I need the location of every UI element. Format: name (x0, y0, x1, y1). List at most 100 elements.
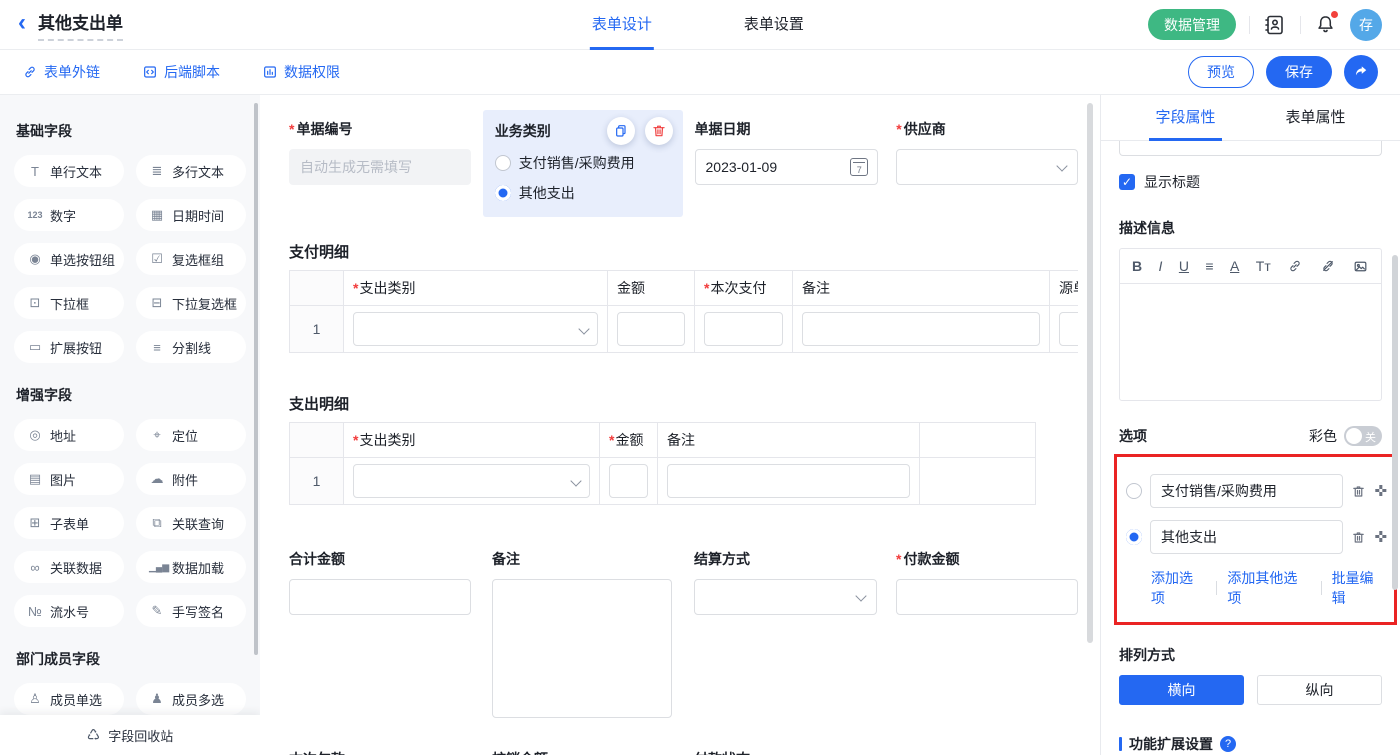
option-2-input[interactable] (1150, 520, 1343, 554)
field-pill-multi-line-text[interactable]: ≣多行文本 (136, 155, 246, 187)
field-biz-type-selected[interactable]: 业务类别 (483, 110, 683, 217)
copy-field-button[interactable] (607, 117, 635, 145)
insert-link-icon[interactable] (1287, 258, 1303, 274)
field-total-amount[interactable]: 合计金额 (289, 549, 471, 615)
add-other-option-link[interactable]: 添加其他选项 (1227, 568, 1310, 608)
field-remark[interactable]: 备注 (492, 549, 672, 723)
field-pill-attachment[interactable]: ☁附件 (136, 463, 246, 495)
amount-input[interactable] (617, 312, 685, 346)
field-name-input-partial[interactable] (1119, 141, 1382, 156)
field-pill-member-single[interactable]: ♙成员单选 (14, 683, 124, 715)
underline-icon[interactable]: U (1179, 258, 1189, 274)
option-1-input[interactable] (1150, 474, 1343, 508)
total-amount-input[interactable] (289, 579, 471, 615)
field-supplier[interactable]: *供应商 (896, 119, 1078, 185)
share-button[interactable] (1344, 55, 1378, 89)
field-current-debt[interactable]: 本次欠款 (289, 749, 492, 755)
batch-edit-link[interactable]: 批量编辑 (1332, 568, 1387, 608)
field-writeoff-amount[interactable]: 核销金额 ⊘ (492, 749, 694, 755)
expense-type-select[interactable] (353, 312, 598, 346)
expense-type-select[interactable] (353, 464, 590, 498)
remark-input[interactable] (802, 312, 1040, 346)
field-doc-number[interactable]: *单据编号 (289, 119, 471, 185)
checkbox-checked-icon[interactable]: ✓ (1119, 174, 1135, 190)
field-pill-member-multi[interactable]: ♟成员多选 (136, 683, 246, 715)
tab-form-properties[interactable]: 表单属性 (1280, 95, 1352, 141)
tab-field-properties[interactable]: 字段属性 (1149, 95, 1221, 141)
field-pill-location[interactable]: ⌖定位 (136, 419, 246, 451)
source-no-input[interactable] (1059, 312, 1078, 346)
italic-icon[interactable]: I (1159, 258, 1163, 274)
this-payment-input[interactable] (704, 312, 783, 346)
contact-book-icon[interactable] (1263, 13, 1287, 37)
radio-unchecked-icon[interactable] (1126, 483, 1142, 499)
show-title-option[interactable]: ✓ 显示标题 (1119, 172, 1382, 192)
settle-method-label: 结算方式 (694, 549, 750, 569)
data-permission-action[interactable]: 数据权限 (262, 62, 340, 82)
remark-textarea[interactable] (492, 579, 672, 718)
panel-scrollbar[interactable] (1392, 255, 1398, 590)
field-pill-image[interactable]: ▤图片 (14, 463, 124, 495)
editor-content[interactable] (1120, 284, 1381, 400)
notification-bell-icon[interactable] (1314, 13, 1337, 36)
bold-icon[interactable]: B (1132, 258, 1142, 274)
drag-move-icon[interactable]: ✜ (1374, 530, 1387, 545)
align-icon[interactable]: ≡ (1205, 258, 1213, 274)
field-pill-extend-button[interactable]: ▭扩展按钮 (14, 331, 124, 363)
field-pill-datetime[interactable]: ▦日期时间 (136, 199, 246, 231)
font-size-icon[interactable]: Tт (1256, 258, 1271, 274)
pay-amount-input[interactable] (896, 579, 1078, 615)
preview-button[interactable]: 预览 (1188, 56, 1254, 88)
field-recycle-bin[interactable]: ♺ 字段回收站 (0, 715, 260, 755)
tab-form-settings[interactable]: 表单设置 (742, 0, 806, 50)
form-title-editable[interactable]: 其他支出单 (38, 9, 123, 41)
field-pill-serial-number[interactable]: №流水号 (14, 595, 124, 627)
field-pill-divider[interactable]: ≡分割线 (136, 331, 246, 363)
canvas-scrollbar[interactable] (1087, 103, 1093, 643)
field-pill-checkbox-group[interactable]: ☑复选框组 (136, 243, 246, 275)
settle-method-select[interactable] (694, 579, 877, 615)
help-icon[interactable]: ? (1220, 736, 1236, 752)
field-pill-multi-select[interactable]: ⊟下拉复选框 (136, 287, 246, 319)
field-pill-data-load[interactable]: ▁▄▆数据加载 (136, 551, 246, 583)
field-pill-select[interactable]: ⊡下拉框 (14, 287, 124, 319)
backend-script-action[interactable]: 后端脚本 (142, 62, 220, 82)
doc-number-input[interactable] (289, 149, 471, 185)
color-toggle[interactable]: 关 (1344, 426, 1382, 446)
field-pill-signature[interactable]: ✎手写签名 (136, 595, 246, 627)
field-pill-single-line-text[interactable]: T单行文本 (14, 155, 124, 187)
field-pill-lookup[interactable]: ⧉关联查询 (136, 507, 246, 539)
tab-form-design[interactable]: 表单设计 (590, 0, 654, 50)
add-option-link[interactable]: 添加选项 (1151, 568, 1206, 608)
save-button[interactable]: 保存 (1266, 56, 1332, 88)
font-color-icon[interactable]: A (1230, 258, 1239, 274)
back-icon[interactable]: ‹ (18, 11, 26, 35)
supplier-select[interactable] (896, 149, 1078, 185)
field-payment-status[interactable]: 付款状态 ⊘ (694, 749, 897, 755)
biz-type-option-2[interactable]: 其他支出 (495, 183, 671, 203)
insert-image-icon[interactable] (1352, 258, 1369, 275)
remark-input[interactable] (667, 464, 910, 498)
field-pill-number[interactable]: 123数字 (14, 199, 124, 231)
remove-link-icon[interactable] (1320, 258, 1336, 274)
field-pill-linked-data[interactable]: ∞关联数据 (14, 551, 124, 583)
delete-option-icon[interactable] (1351, 484, 1366, 499)
field-settle-method[interactable]: 结算方式 (694, 549, 877, 615)
drag-move-icon[interactable]: ✜ (1374, 484, 1387, 499)
field-doc-date[interactable]: 单据日期 7 (695, 119, 879, 185)
field-pill-address[interactable]: ◎地址 (14, 419, 124, 451)
amount-input[interactable] (609, 464, 648, 498)
user-avatar[interactable]: 存 (1350, 9, 1382, 41)
external-link-action[interactable]: 表单外链 (22, 62, 100, 82)
radio-checked-icon[interactable] (1126, 529, 1142, 545)
sidebar-scrollbar[interactable] (254, 103, 258, 655)
delete-option-icon[interactable] (1351, 530, 1366, 545)
field-pay-amount[interactable]: *付款金额 (896, 549, 1078, 615)
biz-type-option-1[interactable]: 支付销售/采购费用 (495, 153, 671, 173)
vertical-button[interactable]: 纵向 (1257, 675, 1382, 705)
horizontal-button[interactable]: 横向 (1119, 675, 1244, 705)
field-pill-subform[interactable]: ⊞子表单 (14, 507, 124, 539)
field-pill-radio-group[interactable]: ◉单选按钮组 (14, 243, 124, 275)
data-manage-button[interactable]: 数据管理 (1148, 9, 1236, 40)
delete-field-button[interactable] (645, 117, 673, 145)
